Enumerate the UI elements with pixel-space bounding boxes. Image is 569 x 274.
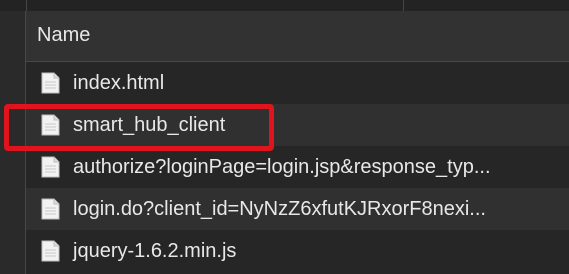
request-name: login.do?client_id=NyNzZ6xfutKJRxorF8nex… <box>73 198 486 220</box>
document-icon <box>41 72 60 94</box>
top-toolbar-strip <box>0 0 569 11</box>
request-row[interactable]: login.do?client_id=NyNzZ6xfutKJRxorF8nex… <box>26 188 569 230</box>
request-list: index.html smart_hub_client authorize?lo… <box>26 62 569 272</box>
request-row[interactable]: index.html <box>26 62 569 104</box>
document-icon <box>41 198 60 220</box>
request-row[interactable]: jquery-1.6.2.min.js <box>26 230 569 272</box>
request-name: authorize?loginPage=login.jsp&response_t… <box>73 156 491 178</box>
column-divider <box>26 0 27 11</box>
document-icon <box>41 114 60 136</box>
name-column-header-label: Name <box>37 24 91 46</box>
left-gutter <box>0 11 26 274</box>
request-name: smart_hub_client <box>73 114 226 136</box>
request-name: jquery-1.6.2.min.js <box>73 240 237 262</box>
document-icon <box>41 156 60 178</box>
network-file-list-panel: Name index.html smart_hub_client authori… <box>0 0 569 274</box>
request-name: index.html <box>73 72 165 94</box>
column-divider <box>403 0 404 11</box>
request-row[interactable]: authorize?loginPage=login.jsp&response_t… <box>26 146 569 188</box>
request-row[interactable]: smart_hub_client <box>26 104 569 146</box>
document-icon <box>41 240 60 262</box>
name-column-header[interactable]: Name <box>26 11 569 62</box>
